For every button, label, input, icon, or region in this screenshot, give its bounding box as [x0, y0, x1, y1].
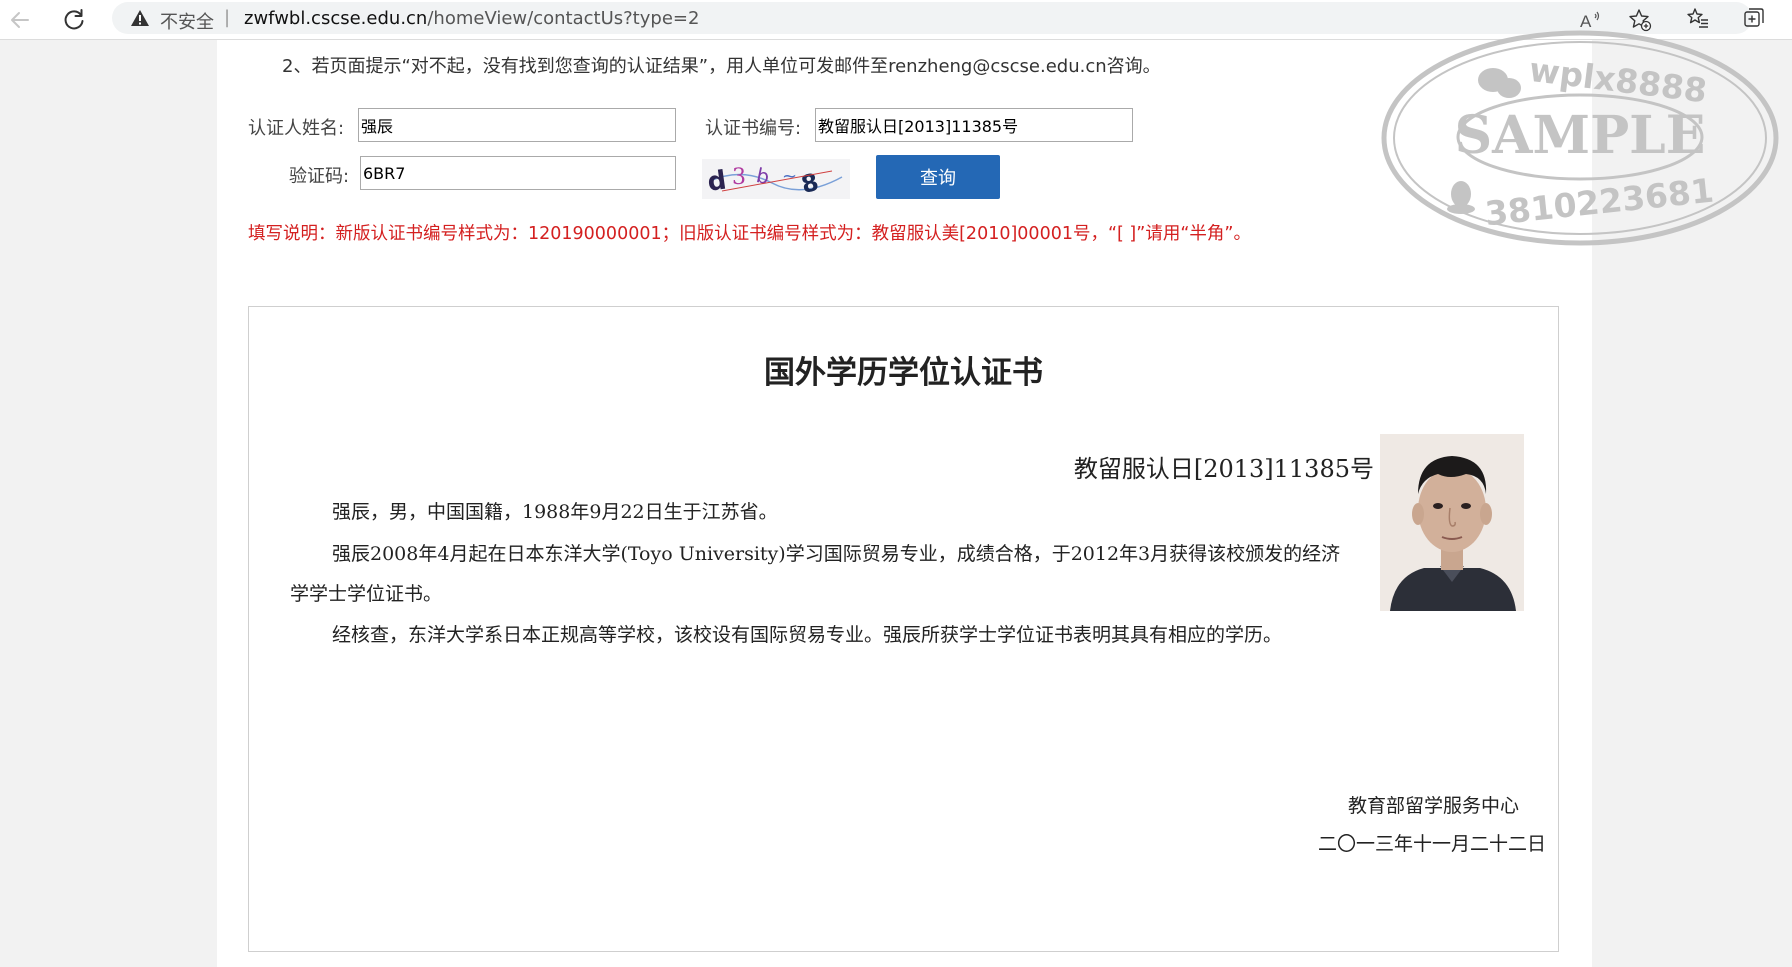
paragraph-verification: 经核查，东洋大学系日本正规高等学校，该校设有国际贸易专业。强辰所获学士学位证书表… [332, 624, 1283, 646]
url-separator: | [224, 7, 231, 28]
reload-icon[interactable] [60, 6, 88, 34]
cert-number-label: 认证书编号: [705, 118, 802, 139]
applicant-photo [1380, 434, 1524, 611]
issue-date: 二〇一三年十一月二十二日 [1317, 833, 1546, 855]
security-status-label[interactable]: 不安全 [160, 8, 214, 34]
fill-instructions: 填写说明：新版认证书编号样式为：120190000001；旧版认证书编号样式为：… [248, 224, 1251, 244]
name-label: 认证人姓名: [248, 118, 345, 139]
url-text[interactable]: zwfwbl.cscse.edu.cn/homeView/contactUs?t… [244, 8, 699, 29]
certificate: 国外学历学位认证书 教留服认日[2013]11385号 强辰，男，中国国籍，19… [248, 306, 1559, 952]
back-arrow-icon[interactable] [6, 6, 34, 34]
paragraph-study-history-cont: 学学士学位证书。 [290, 583, 443, 605]
tip-text: 2、若页面提示“对不起，没有找到您查询的认证结果”，用人单位可发邮件至renzh… [282, 56, 1161, 77]
captcha-input[interactable] [360, 156, 676, 190]
name-input[interactable] [358, 108, 676, 142]
captcha-label: 验证码: [289, 166, 350, 187]
query-button[interactable]: 查询 [876, 155, 1000, 199]
svg-text:3: 3 [732, 165, 746, 190]
watermark-top-text: wplx8888 [1527, 50, 1709, 110]
paragraph-study-history: 强辰2008年4月起在日本东洋大学(Toyo University)学习国际贸易… [332, 543, 1341, 565]
svg-text:~: ~ [782, 166, 797, 187]
wechat-icon [1478, 68, 1521, 98]
issuer-name: 教育部留学服务中心 [1347, 795, 1519, 817]
warning-icon[interactable] [130, 9, 150, 27]
paragraph-personal-info: 强辰，男，中国国籍，1988年9月22日生于江苏省。 [332, 501, 778, 523]
url-host: zwfwbl.cscse.edu.cn [244, 8, 428, 29]
sample-watermark-stamp: wplx8888 SAMPLE 3810223681 [1381, 30, 1779, 246]
watermark-center-text: SAMPLE [1455, 105, 1706, 166]
qq-penguin-icon [1447, 181, 1475, 214]
captcha-image[interactable]: d 3 b ~ 8 [702, 159, 850, 199]
certificate-number: 教留服认日[2013]11385号 [1073, 455, 1374, 483]
cert-number-input[interactable] [815, 108, 1133, 142]
certificate-title: 国外学历学位认证书 [764, 355, 1043, 391]
url-path: /homeView/contactUs?type=2 [427, 8, 700, 29]
